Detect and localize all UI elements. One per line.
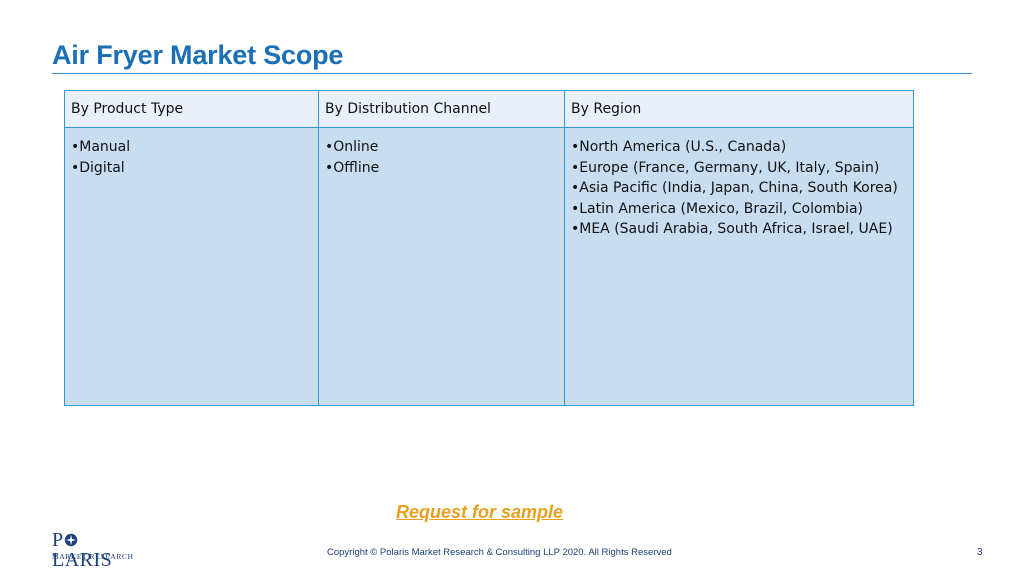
region-cell: •North America (U.S., Canada) •Europe (F… — [564, 127, 914, 406]
header-distribution-channel: By Distribution Channel — [318, 90, 565, 128]
distribution-channel-cell: •Online •Offline — [318, 127, 565, 406]
header-product-type: By Product Type — [64, 90, 319, 128]
polaris-logo: PLARIS MARKET RESEARCH — [52, 530, 134, 570]
list-item: •Latin America (Mexico, Brazil, Colombia… — [571, 200, 864, 217]
page-number: 3 — [977, 547, 983, 558]
list-item: •Asia Pacific (India, Japan, China, Sout… — [571, 180, 898, 196]
list-item: •Offline — [325, 159, 380, 176]
request-sample-link[interactable]: Request for sample — [396, 502, 563, 523]
title-divider — [52, 73, 972, 74]
list-item: •Manual — [71, 139, 131, 155]
market-scope-table: By Product Type By Distribution Channel … — [64, 90, 914, 406]
copyright-text: Copyright © Polaris Market Research & Co… — [327, 547, 672, 558]
logo-wordmark: PLARIS — [52, 529, 113, 571]
slide-title: Air Fryer Market Scope — [52, 40, 344, 70]
list-item: •Europe (France, Germany, UK, Italy, Spa… — [571, 159, 880, 176]
list-item: •MEA (Saudi Arabia, South Africa, Israel… — [571, 221, 893, 237]
logo-subtitle: MARKET RESEARCH — [52, 552, 134, 561]
table-header-row: By Product Type By Distribution Channel … — [64, 90, 914, 128]
list-item: •Online — [325, 139, 379, 155]
table-row: •Manual •Digital •Online •Offline •North… — [64, 127, 914, 406]
list-item: •Digital — [71, 159, 125, 176]
list-item: •North America (U.S., Canada) — [571, 139, 787, 155]
product-type-cell: •Manual •Digital — [64, 127, 319, 406]
slide: Air Fryer Market Scope By Product Type B… — [0, 0, 1024, 576]
compass-star-icon — [64, 533, 78, 547]
header-region: By Region — [564, 90, 914, 128]
